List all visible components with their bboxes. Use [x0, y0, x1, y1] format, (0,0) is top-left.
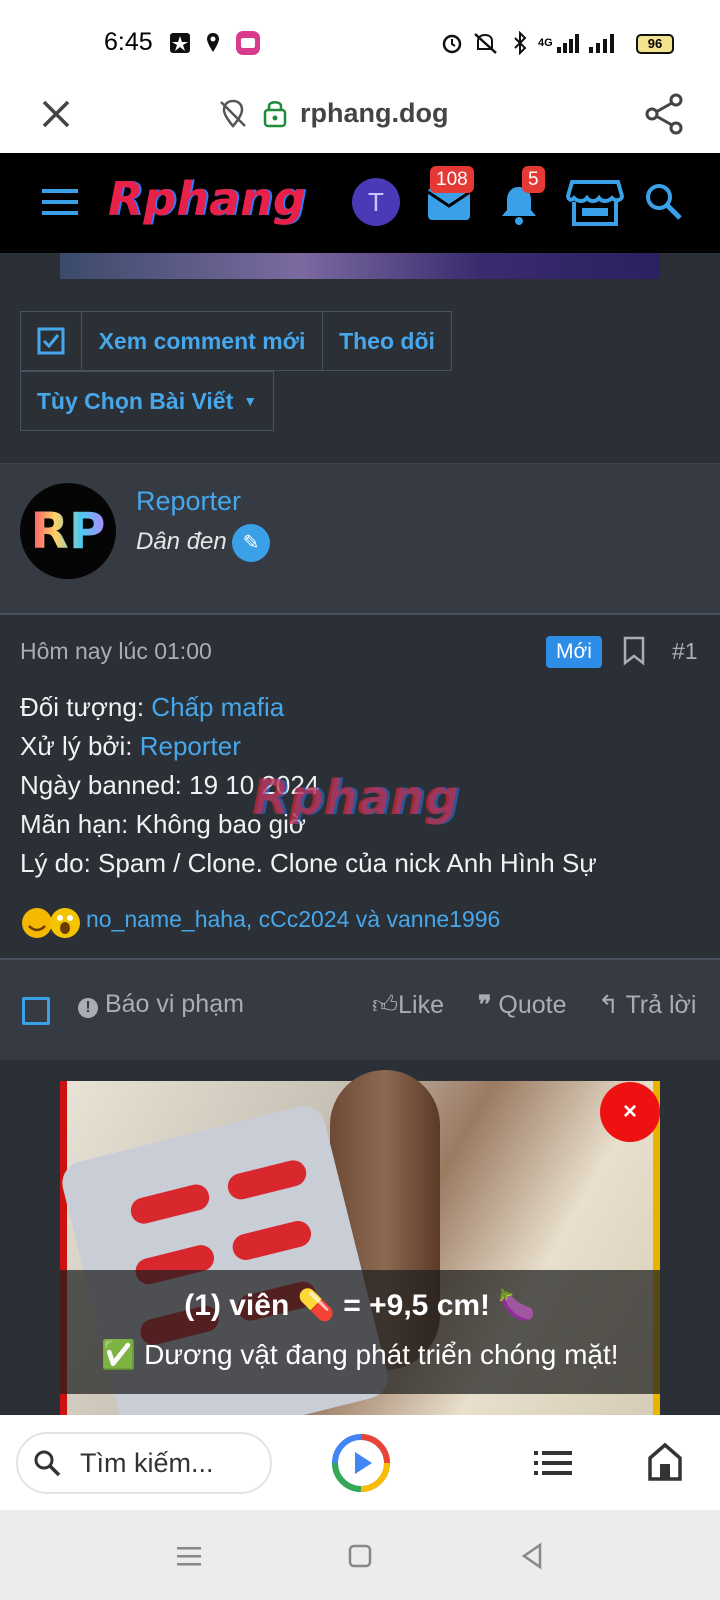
post-date[interactable]: Hôm nay lúc 01:00: [20, 638, 212, 665]
home-icon[interactable]: [646, 1442, 684, 1482]
battery-icon: 96: [636, 34, 674, 54]
mute-icon: [472, 30, 500, 56]
home-nav-icon[interactable]: [348, 1544, 372, 1568]
like-label: Like: [398, 991, 445, 1019]
watermark-logo: Rphang: [252, 770, 459, 826]
checkbox-icon: [37, 327, 65, 355]
ad-subline: ✅ Dương vật đang phát triển chóng mặt!: [101, 1339, 619, 1370]
ad-headline: (1) viên 💊 = +9,5 cm! 🍆: [184, 1289, 536, 1322]
location-icon: [204, 30, 222, 56]
target-label: Đối tượng:: [20, 692, 145, 722]
back-icon[interactable]: [520, 1542, 544, 1570]
alarm-icon: [440, 30, 464, 56]
site-logo[interactable]: Rphang: [108, 172, 306, 226]
reply-label: Trả lời: [625, 991, 697, 1019]
quote-label: Quote: [498, 991, 567, 1019]
reason-line: Lý do: Spam / Clone. Clone của nick Anh …: [20, 848, 597, 878]
ad-close-button[interactable]: ×: [600, 1082, 660, 1142]
play-icon[interactable]: [330, 1432, 392, 1494]
post-options-button[interactable]: Tùy Chọn Bài Viết ▼: [20, 371, 274, 431]
list-icon[interactable]: [534, 1448, 572, 1478]
reaction-icons[interactable]: [20, 906, 84, 945]
follow-button[interactable]: Theo dõi: [322, 311, 452, 371]
app-badge-icon: [234, 30, 262, 56]
tracking-off-icon[interactable]: [218, 98, 248, 130]
alert-icon: !: [78, 998, 98, 1018]
target-line: Đối tượng: Chấp mafia: [20, 692, 284, 723]
status-time: 6:45: [104, 28, 153, 56]
bluetooth-icon: [510, 30, 530, 56]
top-banner-image[interactable]: [60, 253, 660, 279]
report-button[interactable]: ! Báo vi phạm: [78, 990, 244, 1019]
signal-icon: [586, 30, 616, 56]
user-title: Dân đen: [136, 528, 227, 555]
lock-icon[interactable]: [262, 98, 288, 128]
close-tab-icon[interactable]: [36, 94, 76, 134]
new-badge: Mới: [546, 636, 602, 668]
messages-count-badge: 108: [430, 166, 474, 193]
quote-button[interactable]: ❞ Quote: [478, 990, 567, 1020]
quote-icon: ❞: [478, 991, 492, 1019]
thumbs-up-icon: 👍︎: [372, 991, 399, 1019]
report-label: Báo vi phạm: [104, 990, 244, 1018]
app-notification-icon: [168, 30, 192, 56]
select-checkbox-button[interactable]: [20, 311, 82, 371]
avatar-text: RP: [30, 502, 106, 560]
reaction-users-link[interactable]: no_name_haha, cCc2024 và vanne1996: [86, 906, 500, 933]
post-number[interactable]: #1: [672, 638, 698, 665]
post-username[interactable]: Reporter: [136, 486, 241, 517]
search-icon[interactable]: [644, 182, 684, 222]
user-avatar[interactable]: T: [352, 178, 400, 226]
verified-icon: ✎: [232, 524, 270, 562]
url-text[interactable]: rphang.dog: [300, 98, 448, 129]
recent-apps-icon[interactable]: [176, 1544, 202, 1568]
store-icon[interactable]: [565, 178, 625, 228]
new-comments-button[interactable]: Xem comment mới: [81, 311, 323, 371]
share-icon[interactable]: [644, 92, 686, 136]
handler-link[interactable]: Reporter: [140, 731, 241, 761]
network-label: 4G: [538, 37, 553, 49]
search-box-icon: [32, 1448, 62, 1478]
cellular-4g-icon: 4G: [538, 30, 580, 56]
target-link[interactable]: Chấp mafia: [151, 692, 284, 722]
like-button[interactable]: 👍︎Like: [372, 990, 444, 1020]
reply-button[interactable]: ↰ Trả lời: [598, 990, 696, 1020]
select-post-checkbox[interactable]: [22, 997, 50, 1025]
menu-icon[interactable]: [40, 186, 80, 218]
handled-label: Xử lý bởi:: [20, 731, 133, 761]
bookmark-icon[interactable]: [622, 636, 646, 666]
alerts-count-badge: 5: [522, 166, 545, 193]
handled-line: Xử lý bởi: Reporter: [20, 731, 241, 762]
reply-icon: ↰: [598, 991, 619, 1019]
reporter-avatar[interactable]: RP: [20, 483, 116, 579]
post-options-label: Tùy Chọn Bài Viết: [36, 387, 234, 414]
search-placeholder: Tìm kiếm...: [80, 1448, 214, 1478]
caret-down-icon: ▼: [243, 393, 258, 409]
